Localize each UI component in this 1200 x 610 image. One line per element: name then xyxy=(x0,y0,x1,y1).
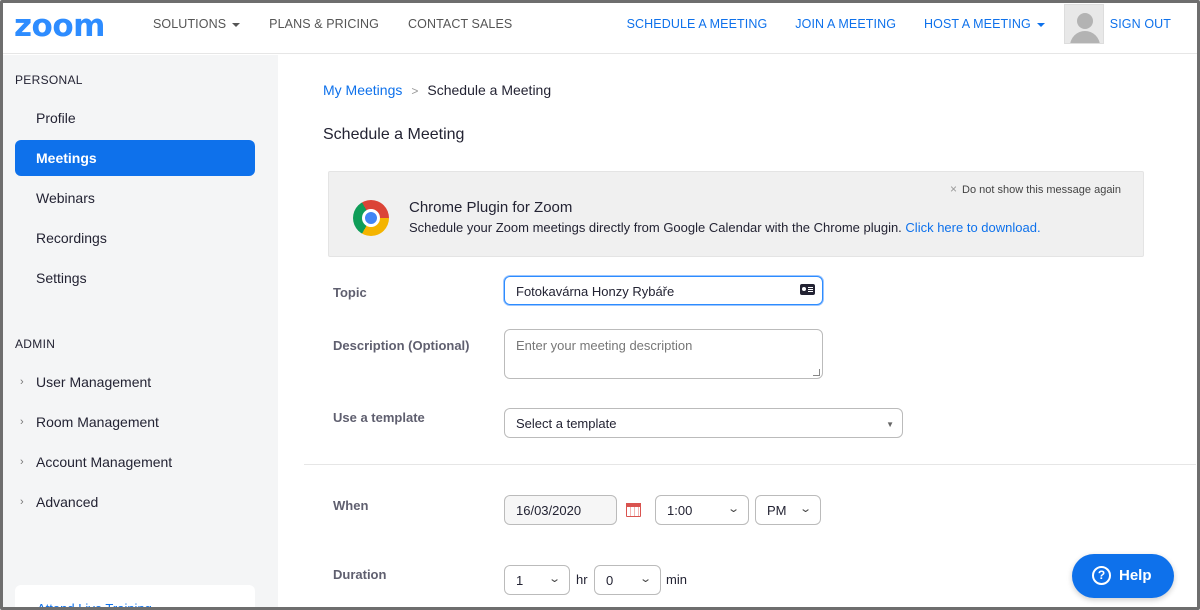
training-card[interactable]: Attend Live Training xyxy=(15,585,255,610)
duration-minutes-select[interactable]: 0 ⌄ xyxy=(594,565,661,595)
sidebar-item-recordings[interactable]: Recordings xyxy=(15,220,255,256)
description-textarea[interactable]: Enter your meeting description xyxy=(504,329,823,379)
sign-out-link[interactable]: SIGN OUT xyxy=(1110,17,1171,31)
sidebar-item-webinars[interactable]: Webinars xyxy=(15,180,255,216)
sidebar-item-room-management[interactable]: › Room Management xyxy=(15,404,255,440)
sidebar-heading-admin: ADMIN xyxy=(15,337,56,351)
resize-handle-icon[interactable] xyxy=(813,369,820,376)
training-link[interactable]: Attend Live Training xyxy=(37,601,152,610)
help-button[interactable]: ? Help xyxy=(1072,554,1174,598)
chevron-down-icon: ⌄ xyxy=(798,503,812,515)
topic-input[interactable]: Fotokavárna Honzy Rybáře xyxy=(504,276,823,305)
avatar-body-icon xyxy=(1069,31,1100,43)
chevron-down-icon: ⌄ xyxy=(726,503,740,515)
caret-down-icon: ▼ xyxy=(886,420,894,429)
chrome-icon xyxy=(353,200,389,236)
chevron-right-icon: › xyxy=(20,496,24,508)
sidebar-heading-personal: PERSONAL xyxy=(15,73,83,87)
chevron-right-icon: › xyxy=(20,416,24,428)
plugin-download-link[interactable]: Click here to download. xyxy=(905,220,1040,235)
template-label: Use a template xyxy=(333,410,425,425)
minutes-unit: min xyxy=(666,572,687,587)
section-divider xyxy=(304,464,1196,465)
dismiss-banner-button[interactable]: × Do not show this message again xyxy=(950,182,1121,196)
nav-solutions[interactable]: SOLUTIONS xyxy=(153,17,241,31)
topic-label: Topic xyxy=(333,285,367,300)
when-label: When xyxy=(333,498,369,513)
close-icon: × xyxy=(950,182,958,196)
page-title: Schedule a Meeting xyxy=(323,126,465,143)
nav-host-meeting[interactable]: HOST A MEETING xyxy=(924,17,1045,31)
plugin-description: Schedule your Zoom meetings directly fro… xyxy=(409,220,1041,235)
time-select[interactable]: 1:00 ⌄ xyxy=(655,495,749,525)
sidebar-item-meetings[interactable]: Meetings xyxy=(15,140,255,176)
description-label: Description (Optional) xyxy=(333,338,470,353)
question-icon: ? xyxy=(1092,566,1111,585)
zoom-logo[interactable]: zoom xyxy=(14,8,105,44)
caret-down-icon xyxy=(232,22,241,27)
nav-plans-pricing[interactable]: PLANS & PRICING xyxy=(269,17,379,31)
nav-schedule-meeting[interactable]: SCHEDULE A MEETING xyxy=(627,17,768,31)
plugin-title: Chrome Plugin for Zoom xyxy=(409,199,573,216)
breadcrumb-current: Schedule a Meeting xyxy=(427,82,552,98)
caret-down-icon xyxy=(1036,22,1045,27)
breadcrumb-my-meetings[interactable]: My Meetings xyxy=(323,82,402,98)
chevron-down-icon: ⌄ xyxy=(547,573,561,585)
sidebar-item-user-management[interactable]: › User Management xyxy=(15,364,255,400)
sidebar-item-advanced[interactable]: › Advanced xyxy=(15,484,255,520)
chevron-down-icon: ⌄ xyxy=(638,573,652,585)
contact-card-icon[interactable] xyxy=(800,284,815,295)
breadcrumb-separator: > xyxy=(411,84,419,98)
ampm-select[interactable]: PM ⌄ xyxy=(755,495,821,525)
top-header: zoom SOLUTIONS PLANS & PRICING CONTACT S… xyxy=(0,0,1200,54)
duration-label: Duration xyxy=(333,567,387,582)
chrome-plugin-banner: Chrome Plugin for Zoom Schedule your Zoo… xyxy=(328,171,1144,257)
sidebar: PERSONAL Profile Meetings Webinars Recor… xyxy=(0,55,278,610)
date-input[interactable]: 16/03/2020 xyxy=(504,495,617,525)
sidebar-item-account-management[interactable]: › Account Management xyxy=(15,444,255,480)
top-nav-right: SCHEDULE A MEETING JOIN A MEETING HOST A… xyxy=(627,0,1171,48)
breadcrumb: My Meetings > Schedule a Meeting xyxy=(323,82,551,98)
sidebar-item-profile[interactable]: Profile xyxy=(15,100,255,136)
avatar-head-icon xyxy=(1076,13,1093,29)
sidebar-item-settings[interactable]: Settings xyxy=(15,260,255,296)
top-nav-left: SOLUTIONS PLANS & PRICING CONTACT SALES xyxy=(153,0,512,48)
nav-contact-sales[interactable]: CONTACT SALES xyxy=(408,17,512,31)
calendar-icon[interactable] xyxy=(626,503,641,517)
hours-unit: hr xyxy=(576,572,588,587)
chevron-right-icon: › xyxy=(20,376,24,388)
template-select[interactable]: Select a template ▼ xyxy=(504,408,903,438)
avatar[interactable] xyxy=(1063,4,1104,44)
duration-hours-select[interactable]: 1 ⌄ xyxy=(504,565,570,595)
nav-join-meeting[interactable]: JOIN A MEETING xyxy=(795,17,896,31)
chevron-right-icon: › xyxy=(20,456,24,468)
